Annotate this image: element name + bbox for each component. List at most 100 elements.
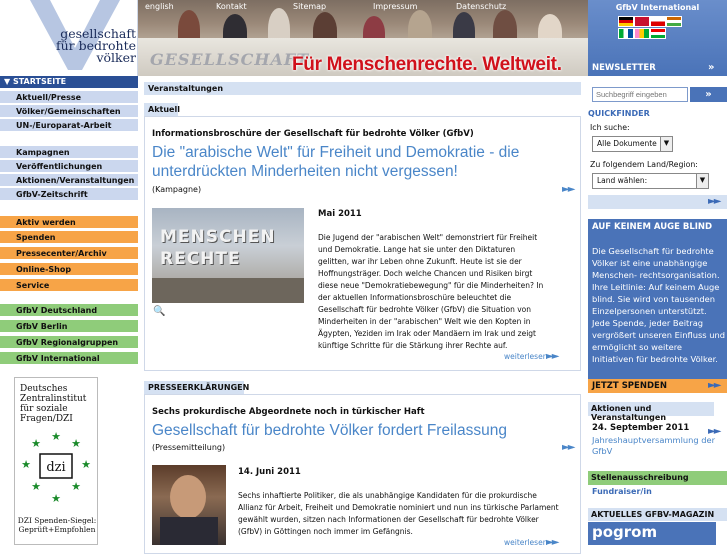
image-suit [160, 517, 218, 545]
flag-italy-icon[interactable] [650, 28, 666, 39]
article-kicker: Informationsbroschüre der Gesellschaft f… [152, 129, 474, 139]
international-title[interactable]: GfbV International [588, 3, 727, 12]
chevron-down-icon: ▼ [696, 174, 708, 188]
dzi-line: Deutsches [20, 384, 68, 394]
image-sign: MENSCHEN RECHTE [160, 227, 276, 269]
nav-item-regionalgruppen[interactable]: GfbV Regionalgruppen [0, 336, 138, 349]
nav-item-un[interactable]: UN-/Europarat-Arbeit [0, 119, 138, 132]
document-select[interactable]: Alle Dokumente ▼ [592, 136, 673, 152]
nav-item-aktionen[interactable]: Aktionen/Veranstaltungen [0, 174, 138, 187]
flag-other-icon[interactable] [634, 28, 650, 39]
read-more-link[interactable]: weiterlesen [504, 352, 547, 361]
search-input[interactable] [592, 87, 688, 102]
dzi-footer: DZI Spenden-Siegel: Geprüft+Empfohlen [17, 516, 97, 534]
land-label: Zu folgendem Land/Region: [590, 160, 698, 169]
double-arrow-icon[interactable]: ►► [562, 184, 575, 195]
article-image[interactable]: MENSCHEN RECHTE [152, 208, 304, 303]
double-arrow-icon[interactable]: ►► [708, 196, 721, 207]
section-aktuell[interactable]: Aktuell [144, 103, 180, 116]
svg-text:★: ★ [31, 480, 41, 493]
article-body: Sechs inhaftierte Politiker, die als una… [238, 490, 563, 538]
flag-switzerland-icon[interactable] [634, 16, 650, 27]
article-body: Die Jugend der "arabischen Welt" demonst… [318, 232, 548, 352]
section-presse[interactable]: PRESSEERKLÄRUNGEN [144, 381, 249, 394]
dzi-badge: dzi [46, 460, 65, 475]
dzi-line: Zentralinstitut [20, 394, 87, 404]
double-arrow-icon[interactable]: ►► [708, 380, 721, 391]
double-arrow-icon[interactable]: ►► [546, 537, 559, 548]
nav-item-kampagnen[interactable]: Kampagnen [0, 146, 138, 159]
read-more-link[interactable]: weiterlesen [504, 538, 547, 547]
nav-item-berlin[interactable]: GfbV Berlin [0, 320, 138, 333]
country-select[interactable]: Land wählen: ▼ [592, 173, 709, 189]
topnav-english[interactable]: english [145, 2, 174, 11]
quickfinder-title: QUICKFINDER [588, 109, 650, 118]
double-arrow-icon[interactable]: ►► [708, 426, 721, 437]
donate-label: JETZT SPENDEN [592, 381, 667, 391]
nav-item-zeitschrift[interactable]: GfbV-Zeitschrift [0, 188, 138, 201]
search-submit-icon[interactable]: » [690, 87, 727, 102]
article-kicker: Sechs prokurdische Abgeordnete noch in t… [152, 407, 425, 417]
nav-item-aktuell[interactable]: Aktuell/Presse [0, 91, 138, 104]
svg-text:★: ★ [31, 437, 41, 450]
nav-item-aktiv-werden[interactable]: Aktiv werden [0, 216, 138, 229]
donate-button[interactable]: JETZT SPENDEN [588, 379, 727, 393]
image-crowd [152, 278, 304, 303]
nav-item-veroeffentlichungen[interactable]: Veröffentlichungen [0, 160, 138, 173]
left-nav: ▼ STARTSEITE Aktuell/Presse Völker/Gemei… [0, 76, 138, 368]
newsletter-link[interactable]: NEWSLETTER [588, 61, 727, 76]
nav-item-deutschland[interactable]: GfbV Deutschland [0, 304, 138, 317]
article-body-text: Die Jugend der "arabischen Welt" demonst… [318, 233, 544, 350]
job-link[interactable]: Fundraiser/in [592, 487, 652, 496]
topnav-impressum[interactable]: Impressum [373, 2, 417, 11]
top-nav: english Kontakt Sitemap Impressum Datens… [138, 0, 588, 14]
article-body-text: Sechs inhaftierte Politiker, die als una… [238, 491, 559, 536]
flag-south-tyrol-icon[interactable] [650, 16, 666, 27]
nav-item-international[interactable]: GfbV International [0, 352, 138, 365]
topnav-kontakt[interactable]: Kontakt [216, 2, 247, 11]
dzi-stars-emblem: ★ ★ ★ ★ ★ ★ ★ ★ dzi [21, 430, 91, 505]
double-arrow-icon[interactable]: » [708, 62, 714, 73]
topnav-datenschutz[interactable]: Datenschutz [456, 2, 506, 11]
magazine-cover[interactable]: pogrom [588, 522, 716, 545]
article-title[interactable]: Gesellschaft für bedrohte Völker fordert… [152, 421, 562, 440]
nav-item-pressecenter[interactable]: Pressecenter/Archiv [0, 247, 138, 260]
document-select-value: Alle Dokumente [597, 139, 657, 148]
article-type: (Kampagne) [152, 185, 202, 194]
svg-text:★: ★ [71, 437, 81, 450]
suche-label: Ich suche: [590, 123, 630, 132]
article-title[interactable]: Die "arabische Welt" für Freiheit und De… [152, 143, 562, 181]
flag-germany-icon[interactable] [618, 16, 634, 27]
quickfinder-submit[interactable] [588, 195, 727, 209]
double-arrow-icon[interactable]: ►► [562, 442, 575, 453]
nav-item-voelker[interactable]: Völker/Gemeinschaften [0, 105, 138, 118]
svg-text:★: ★ [51, 492, 61, 505]
magazine-title: pogrom [592, 523, 658, 541]
event-link[interactable]: Jahreshauptversammlung der GfbV [592, 435, 722, 457]
flag-bosnia-icon[interactable] [618, 28, 634, 39]
dzi-line: Fragen/DZI [20, 414, 73, 424]
nav-item-online-shop[interactable]: Online-Shop [0, 263, 138, 276]
banner-watermark: GESELLSCHAFT [150, 50, 310, 69]
logo-text: gesellschaft für bedrohte völker [26, 27, 136, 64]
nav-head-label: STARTSEITE [12, 77, 67, 86]
magazine-heading[interactable]: AKTUELLES GFBV-MAGAZIN [588, 508, 727, 521]
event-date: 24. September 2011 [592, 423, 690, 433]
jobs-heading[interactable]: Stellenausschreibung [588, 471, 727, 485]
nav-item-spenden[interactable]: Spenden [0, 231, 138, 244]
slogan: Für Menschenrechte. Weltweit. [292, 54, 562, 75]
section-veranstaltungen[interactable]: Veranstaltungen [144, 82, 581, 95]
nav-item-service[interactable]: Service [0, 279, 138, 292]
events-heading[interactable]: Aktionen und Veranstaltungen [588, 402, 714, 422]
article-date: 14. Juni 2011 [238, 467, 301, 477]
nav-head-startseite[interactable]: ▼ STARTSEITE [0, 76, 138, 88]
zoom-icon[interactable]: 🔍 [153, 306, 165, 317]
chevron-down-icon: ▼ [660, 137, 672, 151]
topnav-sitemap[interactable]: Sitemap [293, 2, 326, 11]
svg-text:★: ★ [21, 458, 31, 471]
flag-kurdistan-icon[interactable] [666, 16, 682, 27]
article-image[interactable] [152, 465, 226, 545]
double-arrow-icon[interactable]: ►► [546, 351, 559, 362]
image-face [170, 475, 206, 519]
dzi-title: Deutsches Zentralinstitut für soziale Fr… [20, 384, 92, 424]
